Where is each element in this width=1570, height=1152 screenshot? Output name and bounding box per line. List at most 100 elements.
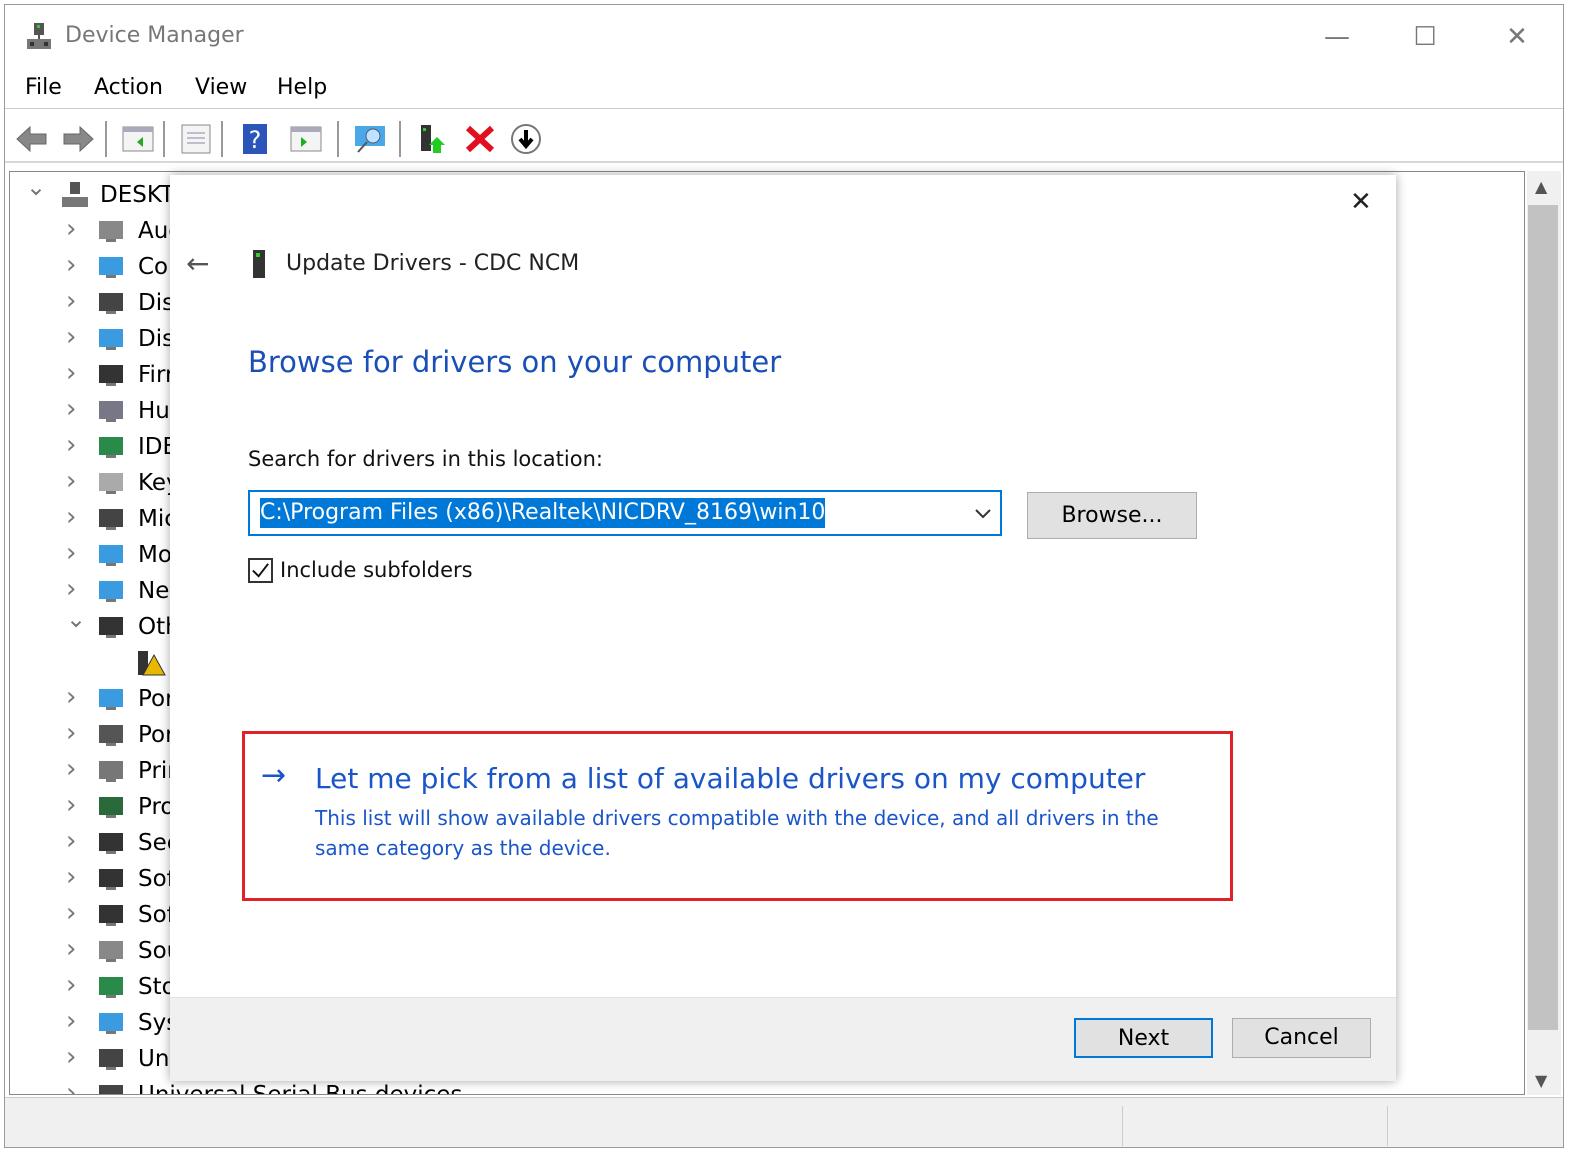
chevron-right-icon[interactable]: › bbox=[66, 932, 82, 966]
menu-help[interactable]: Help bbox=[277, 75, 327, 100]
help-icon[interactable]: ? bbox=[237, 123, 271, 155]
chevron-right-icon[interactable]: › bbox=[66, 1040, 82, 1074]
dialog-header: Update Drivers - CDC NCM bbox=[286, 251, 580, 276]
dialog-close-button[interactable]: ✕ bbox=[1350, 187, 1372, 217]
dialog-heading: Browse for drivers on your computer bbox=[248, 345, 782, 379]
back-arrow-button[interactable]: ← bbox=[186, 247, 209, 280]
cancel-button[interactable]: Cancel bbox=[1232, 1018, 1371, 1058]
chevron-right-icon[interactable]: › bbox=[66, 464, 82, 498]
network-device-icon bbox=[253, 250, 265, 278]
computer-root-icon bbox=[60, 181, 90, 209]
chevron-right-icon[interactable]: › bbox=[66, 752, 82, 786]
driver-path-input[interactable]: C:\Program Files (x86)\Realtek\NICDRV_81… bbox=[260, 498, 826, 528]
update-drivers-dialog: ✕ ← Update Drivers - CDC NCM Browse for … bbox=[170, 175, 1396, 1081]
chevron-right-icon[interactable]: › bbox=[66, 896, 82, 930]
scan-hardware-icon[interactable] bbox=[353, 123, 387, 155]
chevron-right-icon[interactable]: › bbox=[66, 212, 82, 246]
tree-item-label: Firr bbox=[138, 362, 175, 388]
chevron-down-icon[interactable] bbox=[974, 506, 992, 520]
browse-button[interactable]: Browse... bbox=[1027, 492, 1197, 539]
software-component-icon bbox=[96, 865, 126, 893]
menu-file[interactable]: File bbox=[25, 75, 62, 100]
chevron-right-icon[interactable]: › bbox=[66, 860, 82, 894]
usb-device-icon bbox=[96, 1081, 126, 1094]
audio-icon bbox=[96, 217, 126, 245]
chevron-right-icon[interactable]: › bbox=[66, 1004, 82, 1038]
maximize-button[interactable]: ☐ bbox=[1405, 17, 1445, 57]
toolbar: ? bbox=[5, 113, 1563, 163]
chevron-right-icon[interactable]: › bbox=[66, 788, 82, 822]
menu-view[interactable]: View bbox=[195, 75, 247, 100]
search-location-label: Search for drivers in this location: bbox=[248, 447, 603, 471]
chevron-down-icon[interactable]: ⌄ bbox=[26, 172, 46, 204]
vertical-scrollbar[interactable]: ▲ ▼ bbox=[1527, 171, 1561, 1095]
system-icon bbox=[96, 1009, 126, 1037]
pick-description-line-1: This list will show available drivers co… bbox=[315, 806, 1159, 830]
menu-action[interactable]: Action bbox=[94, 75, 163, 100]
chevron-right-icon[interactable]: › bbox=[66, 500, 82, 534]
title-bar: Device Manager — ☐ ✕ bbox=[5, 5, 1563, 65]
arrow-right-icon: → bbox=[261, 758, 287, 793]
unknown-device-warning-icon bbox=[136, 649, 166, 677]
scrollbar-thumb[interactable] bbox=[1528, 205, 1558, 1030]
pick-description-line-2: same category as the device. bbox=[315, 836, 611, 860]
menu-bar: File Action View Help bbox=[5, 69, 1563, 109]
next-button[interactable]: Next bbox=[1074, 1018, 1213, 1058]
mouse-icon bbox=[96, 505, 126, 533]
hid-icon bbox=[96, 397, 126, 425]
chevron-right-icon[interactable]: › bbox=[66, 392, 82, 426]
show-action-pane-icon[interactable] bbox=[289, 123, 323, 155]
scroll-down-icon[interactable]: ▼ bbox=[1535, 1071, 1547, 1090]
processor-icon bbox=[96, 793, 126, 821]
chevron-right-icon[interactable]: › bbox=[66, 248, 82, 282]
chevron-right-icon[interactable]: › bbox=[66, 968, 82, 1002]
svg-text:?: ? bbox=[249, 126, 262, 154]
chevron-right-icon[interactable]: › bbox=[66, 284, 82, 318]
chevron-right-icon[interactable]: › bbox=[66, 428, 82, 462]
properties-icon[interactable] bbox=[179, 123, 213, 155]
ports-icon bbox=[96, 721, 126, 749]
checkmark-icon bbox=[252, 563, 269, 578]
chevron-right-icon[interactable]: › bbox=[66, 320, 82, 354]
sound-icon bbox=[96, 937, 126, 965]
storage-icon bbox=[96, 973, 126, 1001]
firmware-icon bbox=[96, 361, 126, 389]
forward-icon[interactable] bbox=[61, 123, 95, 155]
network-icon bbox=[96, 577, 126, 605]
monitor-icon bbox=[96, 541, 126, 569]
pick-from-list-link[interactable]: Let me pick from a list of available dri… bbox=[315, 762, 1145, 795]
device-manager-icon bbox=[27, 23, 51, 49]
computer-icon bbox=[96, 253, 126, 281]
disable-icon[interactable] bbox=[509, 123, 543, 155]
chevron-right-icon[interactable]: › bbox=[66, 356, 82, 390]
security-icon bbox=[96, 829, 126, 857]
portable-device-icon bbox=[96, 685, 126, 713]
uninstall-icon[interactable] bbox=[463, 123, 497, 155]
other-devices-icon bbox=[96, 613, 126, 641]
dialog-footer: Next Cancel bbox=[170, 997, 1396, 1081]
driver-path-combobox[interactable]: C:\Program Files (x86)\Realtek\NICDRV_81… bbox=[248, 490, 1002, 536]
update-driver-icon[interactable] bbox=[415, 123, 449, 155]
chevron-right-icon[interactable]: › bbox=[66, 680, 82, 714]
minimize-button[interactable]: — bbox=[1317, 17, 1357, 57]
chevron-right-icon[interactable]: › bbox=[66, 824, 82, 858]
include-subfolders-label[interactable]: Include subfolders bbox=[280, 558, 473, 582]
chevron-right-icon[interactable]: › bbox=[66, 572, 82, 606]
printer-icon bbox=[96, 757, 126, 785]
display-adapter-icon bbox=[96, 325, 126, 353]
chevron-down-icon[interactable]: ⌄ bbox=[66, 602, 86, 636]
usb-icon bbox=[96, 1045, 126, 1073]
chevron-right-icon[interactable]: › bbox=[66, 716, 82, 750]
close-button[interactable]: ✕ bbox=[1497, 17, 1537, 57]
software-device-icon bbox=[96, 901, 126, 929]
back-icon[interactable] bbox=[15, 123, 49, 155]
show-hide-console-tree-icon[interactable] bbox=[121, 123, 155, 155]
chevron-right-icon[interactable]: › bbox=[66, 1076, 82, 1094]
pick-from-list-option[interactable]: → Let me pick from a list of available d… bbox=[242, 731, 1233, 901]
tree-item-label: Mo bbox=[138, 542, 172, 568]
include-subfolders-checkbox[interactable] bbox=[248, 558, 273, 583]
chevron-right-icon[interactable]: › bbox=[66, 536, 82, 570]
status-bar bbox=[5, 1097, 1563, 1147]
scroll-up-icon[interactable]: ▲ bbox=[1535, 177, 1547, 196]
disk-icon bbox=[96, 289, 126, 317]
